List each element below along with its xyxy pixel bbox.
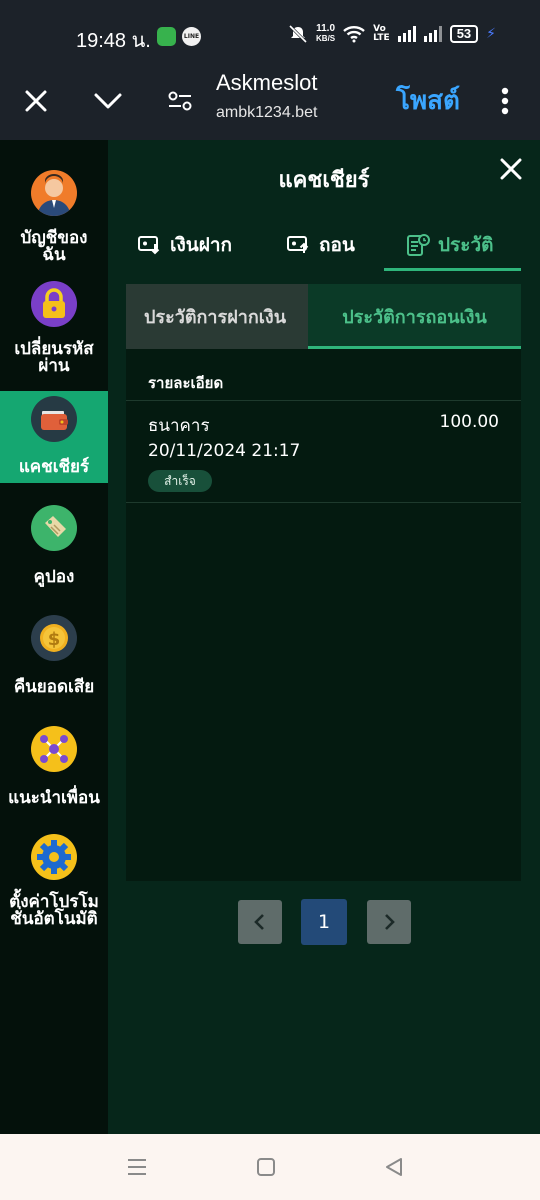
sidebar-item-label-line2: ผ่าน <box>38 356 70 376</box>
network-speed: 11.0 KB/S <box>316 24 335 44</box>
sidebar: บัญชีของ ฉัน เปลี่ยนรหัส ผ่าน แคชเชียร์ <box>0 140 120 1134</box>
status-time: 19:48 น. <box>76 30 151 52</box>
user-avatar-icon <box>31 170 77 216</box>
more-options-icon[interactable] <box>482 78 528 124</box>
volte-bottom: LTE <box>373 33 390 43</box>
subtab-withdraw-history[interactable]: ประวัติการถอนเงิน <box>308 284 521 349</box>
close-icon[interactable] <box>13 78 59 124</box>
status-badge: สำเร็จ <box>148 470 212 492</box>
sidebar-item-label-line2: ชั่นอัตโนมัติ <box>10 909 98 929</box>
sidebar-item-my-account[interactable]: บัญชีของ ฉัน <box>0 168 108 268</box>
sidebar-item-cashier[interactable]: แคชเชียร์ <box>0 391 108 483</box>
sidebar-item-cashback[interactable]: $ คืนยอดเสีย <box>0 615 108 705</box>
subtab-deposit-history[interactable]: ประวัติการฝากเงิน <box>126 284 308 349</box>
gear-icon <box>31 834 77 880</box>
coupon-tag-icon <box>31 505 77 551</box>
status-bar: 19:48 น. LINE 11.0 KB/S Vo LTE 53 ⚡ <box>0 0 540 66</box>
menu-icon[interactable] <box>124 1154 150 1180</box>
sidebar-item-label-line2: ฉัน <box>42 245 66 265</box>
system-nav-bar <box>0 1134 540 1200</box>
page-settings-icon[interactable] <box>157 78 203 124</box>
chevron-right-icon <box>385 914 395 930</box>
divider <box>126 400 521 401</box>
lock-icon <box>31 281 77 327</box>
divider <box>126 502 521 503</box>
battery-level: 53 <box>449 25 479 43</box>
tab-history[interactable]: ประวัติ <box>406 222 493 268</box>
table-header: รายละเอียด <box>148 374 224 392</box>
withdraw-icon <box>287 236 309 253</box>
net-speed-value: 11.0 <box>316 23 336 34</box>
tab-label: ถอน <box>319 234 355 256</box>
close-icon[interactable] <box>496 154 526 184</box>
site-title: Askmeslot <box>216 70 318 95</box>
next-page-button[interactable] <box>367 900 411 944</box>
tab-withdraw[interactable]: ถอน <box>287 222 355 268</box>
mute-bell-icon <box>288 24 308 44</box>
tab-label: ประวัติ <box>438 234 494 256</box>
signal-strength-icon-2 <box>423 26 442 42</box>
history-table: รายละเอียด ธนาคาร 100.00 20/11/2024 21:1… <box>126 349 521 881</box>
home-icon[interactable] <box>253 1154 279 1180</box>
row-method: ธนาคาร <box>148 416 210 436</box>
sidebar-item-label: คูปอง <box>33 567 75 587</box>
back-icon[interactable] <box>381 1154 407 1180</box>
prev-page-button[interactable] <box>238 900 282 944</box>
dollar-coin-icon: $ <box>31 615 77 661</box>
sidebar-item-label: แคชเชียร์ <box>18 457 90 477</box>
deposit-icon <box>138 236 160 255</box>
tab-label: เงินฝาก <box>170 234 233 256</box>
row-datetime: 20/11/2024 21:17 <box>148 441 301 461</box>
wifi-icon <box>343 26 365 43</box>
svg-text:$: $ <box>48 629 61 650</box>
status-indicators: 11.0 KB/S Vo LTE 53 ⚡ <box>288 24 496 44</box>
cashier-panel: แคชเชียร์ เงินฝาก ถอน ประวัติ ประวัติการ… <box>108 140 540 1134</box>
site-url: ambk1234.bet <box>216 104 318 121</box>
sidebar-item-auto-promo-settings[interactable]: ตั้งค่าโปรโม ชั่นอัตโนมัติ <box>0 834 108 934</box>
wallet-icon <box>31 396 77 442</box>
charging-icon: ⚡ <box>486 26 496 42</box>
sidebar-item-refer-friend[interactable]: แนะนำเพื่อน <box>0 726 108 816</box>
post-button[interactable]: โพสต์ <box>396 80 460 121</box>
sidebar-item-label: คืนยอดเสีย <box>13 677 95 697</box>
page-number-button[interactable]: 1 <box>301 899 347 945</box>
history-icon <box>407 234 430 256</box>
chevron-left-icon <box>254 914 264 930</box>
subtab-label: ประวัติการถอนเงิน <box>342 307 487 328</box>
line-app-icon: LINE <box>182 27 201 46</box>
row-amount: 100.00 <box>439 412 499 432</box>
referral-network-icon <box>31 726 77 772</box>
sidebar-item-coupon[interactable]: คูปอง <box>0 505 108 595</box>
signal-strength-icon <box>397 26 416 42</box>
sidebar-item-change-password[interactable]: เปลี่ยนรหัส ผ่าน <box>0 279 108 379</box>
history-subtabs: ประวัติการฝากเงิน ประวัติการถอนเงิน <box>126 284 521 349</box>
volte-indicator: Vo LTE <box>373 25 390 43</box>
browser-top-bar: Askmeslot ambk1234.bet โพสต์ <box>0 66 540 140</box>
subtab-label: ประวัติการฝากเงิน <box>143 307 286 328</box>
net-speed-unit: KB/S <box>316 34 336 43</box>
panel-title: แคชเชียร์ <box>278 168 370 193</box>
sidebar-item-label: แนะนำเพื่อน <box>8 788 100 808</box>
chevron-down-icon[interactable] <box>85 78 131 124</box>
tab-deposit[interactable]: เงินฝาก <box>138 222 232 268</box>
message-app-icon <box>157 27 176 46</box>
active-tab-underline <box>384 268 521 271</box>
